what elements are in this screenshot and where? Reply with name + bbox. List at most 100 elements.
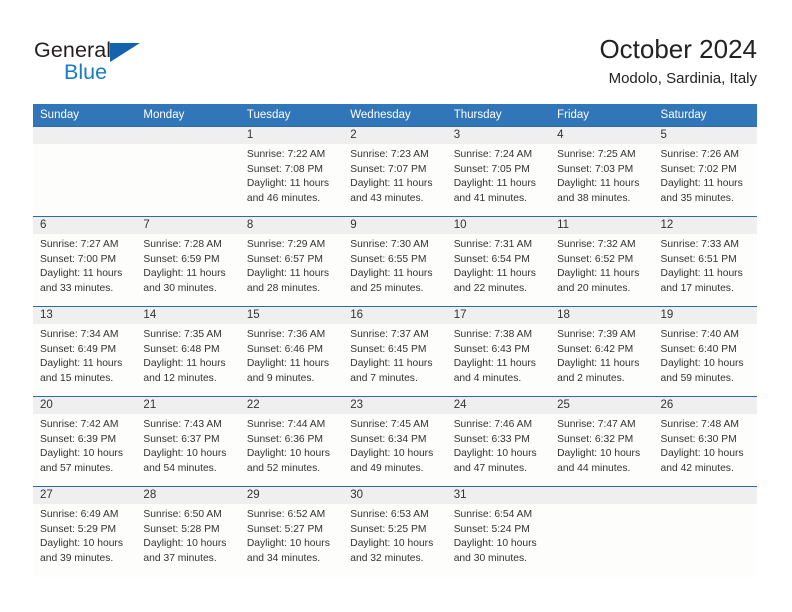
calendar-day-cell[interactable]: 29 Sunrise: 6:52 AM Sunset: 5:27 PM Dayligh… (239, 486, 344, 577)
logo-text-blue: Blue (64, 60, 108, 84)
sunrise-text: Sunrise: 7:30 AM (350, 239, 429, 250)
logo-text-general: General (34, 38, 112, 62)
day-number: 20 (33, 397, 137, 414)
day-number: 17 (446, 307, 551, 324)
calendar-day-cell[interactable]: 27 Sunrise: 6:49 AM Sunset: 5:29 PM Dayligh… (33, 486, 137, 577)
calendar-empty-cell (550, 486, 654, 577)
daylight-text: Daylight: 11 hours and 46 minutes. (246, 178, 330, 204)
calendar-day-cell[interactable]: 1 Sunrise: 7:22 AM Sunset: 7:08 PM Daylight… (239, 126, 344, 217)
day-number: 13 (33, 307, 137, 324)
calendar-day-cell[interactable]: 7 Sunrise: 7:28 AM Sunset: 6:59 PM Daylight… (136, 216, 240, 307)
calendar-day-cell[interactable]: 10 Sunrise: 7:31 AM Sunset: 6:54 PM Dayligh… (446, 216, 551, 307)
sunrise-text: Sunrise: 7:36 AM (246, 329, 326, 340)
day-details: Sunrise: 6:54 AM Sunset: 5:24 PM Daylight:… (447, 504, 550, 566)
day-number (653, 487, 757, 504)
sunset-text: Sunset: 5:27 PM (246, 523, 323, 535)
day-number: 6 (33, 217, 137, 234)
calendar-week-row: 27 Sunrise: 6:49 AM Sunset: 5:29 PM Dayligh… (33, 486, 757, 577)
calendar-day-cell[interactable]: 3 Sunrise: 7:24 AM Sunset: 7:05 PM Daylight… (446, 126, 551, 217)
calendar-empty-cell (136, 126, 240, 217)
day-details: Sunrise: 7:35 AM Sunset: 6:48 PM Daylight:… (136, 324, 239, 386)
day-details: Sunrise: 7:23 AM Sunset: 7:07 PM Daylight:… (343, 144, 446, 206)
daylight-text: Daylight: 11 hours and 15 minutes. (40, 358, 123, 384)
calendar-day-cell[interactable]: 2 Sunrise: 7:23 AM Sunset: 7:07 PM Daylight… (343, 126, 447, 217)
sunset-text: Sunset: 6:57 PM (246, 253, 323, 265)
day-number: 7 (136, 217, 240, 234)
weekday-header-row: Sunday Monday Tuesday Wednesday Thursday… (33, 104, 757, 127)
day-number: 4 (550, 127, 654, 144)
sunrise-text: Sunrise: 6:52 AM (246, 509, 326, 520)
day-details: Sunrise: 6:49 AM Sunset: 5:29 PM Daylight:… (33, 504, 136, 566)
day-number: 5 (653, 127, 757, 144)
sunrise-text: Sunrise: 7:27 AM (40, 239, 119, 250)
calendar-empty-cell (653, 486, 757, 577)
daylight-text: Daylight: 10 hours and 39 minutes. (40, 538, 123, 564)
daylight-text: Daylight: 11 hours and 20 minutes. (557, 268, 640, 294)
sunrise-text: Sunrise: 7:47 AM (557, 419, 636, 430)
day-number: 19 (653, 307, 757, 324)
daylight-text: Daylight: 11 hours and 33 minutes. (40, 268, 123, 294)
calendar-day-cell[interactable]: 18 Sunrise: 7:39 AM Sunset: 6:42 PM Dayligh… (550, 306, 654, 397)
day-number: 21 (136, 397, 240, 414)
calendar-week-row: 13 Sunrise: 7:34 AM Sunset: 6:49 PM Dayligh… (33, 306, 757, 397)
sunset-text: Sunset: 6:39 PM (40, 433, 117, 445)
daylight-text: Daylight: 11 hours and 43 minutes. (350, 178, 433, 204)
calendar-day-cell[interactable]: 28 Sunrise: 6:50 AM Sunset: 5:28 PM Dayligh… (136, 486, 240, 577)
sunset-text: Sunset: 7:02 PM (660, 163, 737, 175)
sunrise-text: Sunrise: 7:43 AM (143, 419, 222, 430)
calendar-day-cell[interactable]: 19 Sunrise: 7:40 AM Sunset: 6:40 PM Dayligh… (653, 306, 757, 397)
calendar-day-cell[interactable]: 21 Sunrise: 7:43 AM Sunset: 6:37 PM Dayligh… (136, 396, 240, 487)
sunrise-text: Sunrise: 7:37 AM (350, 329, 429, 340)
calendar-grid: Sunday Monday Tuesday Wednesday Thursday… (33, 104, 757, 577)
calendar-day-cell[interactable]: 17 Sunrise: 7:38 AM Sunset: 6:43 PM Dayligh… (446, 306, 551, 397)
calendar-day-cell[interactable]: 6 Sunrise: 7:27 AM Sunset: 7:00 PM Daylight… (33, 216, 137, 307)
general-blue-logo[interactable]: General Blue (34, 38, 214, 84)
calendar-day-cell[interactable]: 31 Sunrise: 6:54 AM Sunset: 5:24 PM Dayligh… (446, 486, 551, 577)
calendar-day-cell[interactable]: 4 Sunrise: 7:25 AM Sunset: 7:03 PM Daylight… (550, 126, 654, 217)
day-details: Sunrise: 7:36 AM Sunset: 6:46 PM Daylight:… (240, 324, 343, 386)
calendar-day-cell[interactable]: 24 Sunrise: 7:46 AM Sunset: 6:33 PM Dayligh… (446, 396, 551, 487)
sunrise-text: Sunrise: 7:25 AM (557, 149, 636, 160)
sunrise-text: Sunrise: 7:38 AM (453, 329, 533, 340)
day-details: Sunrise: 7:22 AM Sunset: 7:08 PM Daylight:… (240, 144, 343, 206)
sunrise-text: Sunrise: 7:48 AM (660, 419, 739, 430)
sunrise-text: Sunrise: 7:35 AM (143, 329, 222, 340)
day-number: 12 (653, 217, 757, 234)
calendar-day-cell[interactable]: 20 Sunrise: 7:42 AM Sunset: 6:39 PM Dayligh… (33, 396, 137, 487)
sunset-text: Sunset: 6:42 PM (557, 343, 634, 355)
sunrise-text: Sunrise: 6:50 AM (143, 509, 222, 520)
calendar-day-cell[interactable]: 15 Sunrise: 7:36 AM Sunset: 6:46 PM Dayligh… (239, 306, 344, 397)
calendar-day-cell[interactable]: 30 Sunrise: 6:53 AM Sunset: 5:25 PM Dayligh… (343, 486, 447, 577)
calendar-day-cell[interactable]: 13 Sunrise: 7:34 AM Sunset: 6:49 PM Dayligh… (33, 306, 137, 397)
day-details: Sunrise: 7:31 AM Sunset: 6:54 PM Daylight:… (447, 234, 550, 296)
day-number: 27 (33, 487, 137, 504)
sunrise-text: Sunrise: 7:31 AM (453, 239, 533, 250)
sunset-text: Sunset: 5:24 PM (453, 523, 530, 535)
calendar-day-cell[interactable]: 9 Sunrise: 7:30 AM Sunset: 6:55 PM Daylight… (343, 216, 447, 307)
calendar-day-cell[interactable]: 23 Sunrise: 7:45 AM Sunset: 6:34 PM Dayligh… (343, 396, 447, 487)
title-block: October 2024 Modolo, Sardinia, Italy (599, 33, 757, 90)
day-number: 28 (136, 487, 240, 504)
calendar-day-cell[interactable]: 8 Sunrise: 7:29 AM Sunset: 6:57 PM Daylight… (239, 216, 344, 307)
calendar-day-cell[interactable]: 16 Sunrise: 7:37 AM Sunset: 6:45 PM Dayligh… (343, 306, 447, 397)
daylight-text: Daylight: 10 hours and 47 minutes. (453, 448, 537, 474)
calendar-day-cell[interactable]: 22 Sunrise: 7:44 AM Sunset: 6:36 PM Dayligh… (239, 396, 344, 487)
calendar-day-cell[interactable]: 26 Sunrise: 7:48 AM Sunset: 6:30 PM Dayligh… (653, 396, 757, 487)
calendar-body: 1 Sunrise: 7:22 AM Sunset: 7:08 PM Daylight… (33, 126, 757, 577)
day-details: Sunrise: 7:48 AM Sunset: 6:30 PM Daylight:… (654, 414, 757, 476)
calendar-page: General Blue October 2024 Modolo, Sardin… (0, 0, 792, 612)
day-number: 14 (136, 307, 240, 324)
sunset-text: Sunset: 5:25 PM (350, 523, 427, 535)
calendar-day-cell[interactable]: 12 Sunrise: 7:33 AM Sunset: 6:51 PM Dayligh… (653, 216, 757, 307)
sunset-text: Sunset: 7:05 PM (453, 163, 530, 175)
calendar-day-cell[interactable]: 25 Sunrise: 7:47 AM Sunset: 6:32 PM Dayligh… (550, 396, 654, 487)
sunrise-text: Sunrise: 6:49 AM (40, 509, 119, 520)
calendar-day-cell[interactable]: 5 Sunrise: 7:26 AM Sunset: 7:02 PM Daylight… (653, 126, 757, 217)
daylight-text: Daylight: 10 hours and 52 minutes. (246, 448, 330, 474)
weekday-header-saturday: Saturday (653, 104, 757, 127)
calendar-day-cell[interactable]: 14 Sunrise: 7:35 AM Sunset: 6:48 PM Dayligh… (136, 306, 240, 397)
sunset-text: Sunset: 6:46 PM (246, 343, 323, 355)
daylight-text: Daylight: 11 hours and 30 minutes. (143, 268, 226, 294)
day-number: 3 (446, 127, 551, 144)
calendar-day-cell[interactable]: 11 Sunrise: 7:32 AM Sunset: 6:52 PM Dayligh… (550, 216, 654, 307)
